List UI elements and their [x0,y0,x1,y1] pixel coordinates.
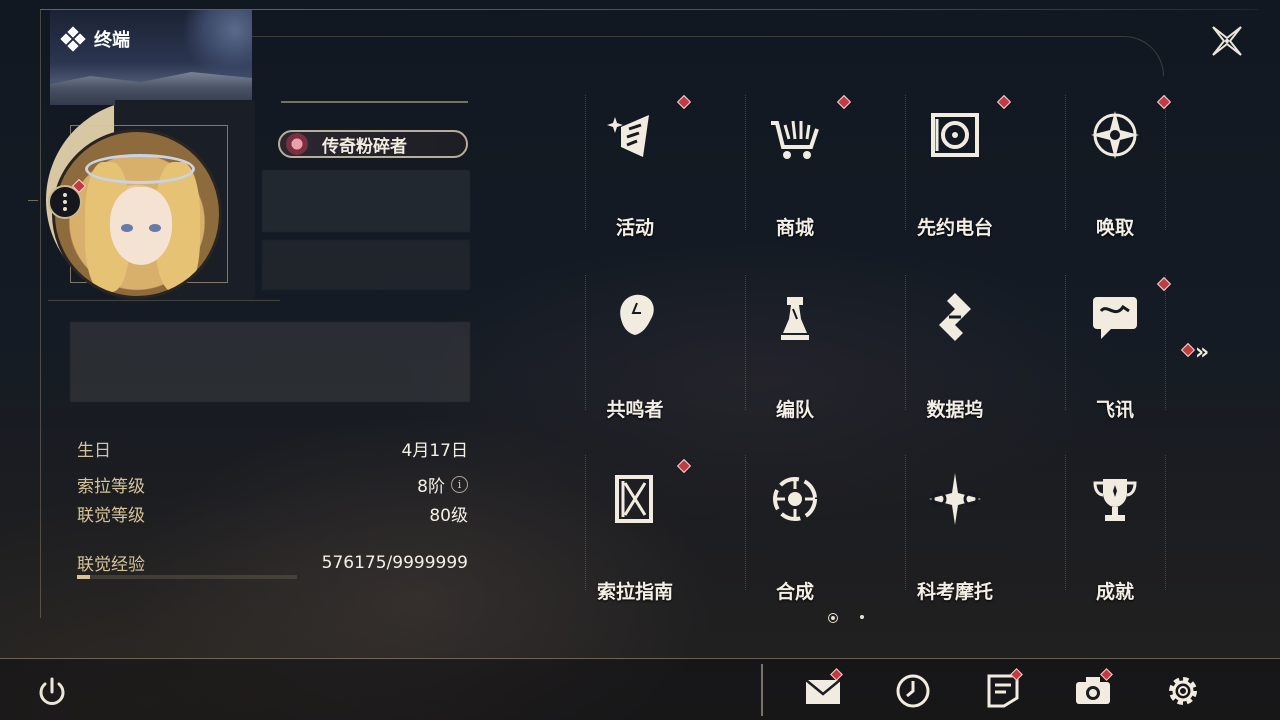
history-button[interactable] [894,672,932,710]
menu-item-label: 科考摩托 [916,581,993,603]
header-banner [50,10,252,105]
settings-button[interactable] [1164,672,1202,710]
compass-star-icon [1085,105,1145,165]
notification-badge [836,94,852,110]
stat-birthday: 生日 4月17日 [77,436,468,461]
menu-item-label: 索拉指南 [596,581,673,603]
diamond-icon [60,26,86,52]
notes-button[interactable] [984,668,1023,710]
trophy-icon [1085,469,1145,529]
redacted-name [262,170,470,232]
stat-label: 联觉等级 [77,506,145,526]
sparkle-flag-icon [605,105,665,165]
divider [48,300,280,301]
notification-badge [1156,276,1172,292]
stat-value: 8阶 [417,477,445,497]
notification-badge [676,458,692,474]
stat-value: 80级 [429,506,468,526]
stat-union-exp: 联觉经验 576175/9999999 [77,550,468,576]
menu-item-synthesis[interactable]: 合成 [715,453,875,613]
stat-label: 联觉经验 [77,555,145,575]
stat-label: 生日 [77,441,111,461]
notification-badge [996,94,1012,110]
menu-item-trophy[interactable]: 成就 [1035,453,1195,613]
character-profile-icon [605,287,665,347]
menu-item-data-dock[interactable]: 数据坞 [875,271,1035,431]
motorcycle-icon [925,469,985,529]
exp-progress-fill [77,575,90,579]
power-button[interactable] [35,675,69,709]
divider [281,101,468,103]
menu-item-label: 合成 [775,581,814,603]
header: 终端 [60,26,130,52]
menu-item-shopping-cart[interactable]: 商城 [715,89,875,249]
menu-item-radio-turntable[interactable]: 先约电台 [875,89,1035,249]
chess-piece-icon [765,287,825,347]
mail-button[interactable] [804,668,843,710]
menu-item-label: 共鸣者 [606,399,664,421]
frame-line [0,658,1280,659]
next-page-arrow[interactable]: » [1195,340,1209,365]
menu-item-character-profile[interactable]: 共鸣者 [555,271,715,431]
redacted-signature [70,322,470,402]
camera-button[interactable] [1074,668,1113,710]
clock-icon [896,674,930,708]
menu-item-sparkle-flag[interactable]: 活动 [555,89,715,249]
menu-item-label: 唤取 [1095,217,1134,239]
guide-book-icon [605,469,665,529]
message-chat-icon [1085,287,1145,347]
radio-turntable-icon [925,105,985,165]
menu-item-label: 编队 [775,399,814,421]
shopping-cart-icon [765,105,825,165]
page-indicator-1[interactable] [828,613,838,623]
menu-item-label: 活动 [615,217,654,239]
data-dock-icon [925,287,985,347]
exp-progress-bar [77,575,297,579]
menu-item-guide-book[interactable]: 索拉指南 [555,453,715,613]
close-icon [1212,26,1242,56]
menu-item-label: 商城 [775,217,814,239]
notification-badge [676,94,692,110]
title-emblem-icon [286,133,308,155]
stat-label: 索拉等级 [77,477,145,497]
frame-line [252,36,1164,76]
close-button[interactable] [1210,24,1244,58]
menu-item-label: 数据坞 [926,399,984,421]
stat-value: 576175/9999999 [321,552,468,573]
menu-item-compass-star[interactable]: 唤取 [1035,89,1195,249]
title-badge[interactable]: 传奇粉碎者 [278,130,468,158]
stat-value: 4月17日 [401,441,468,461]
stat-union-level: 联觉等级 80级 [77,501,468,526]
synthesis-icon [765,469,825,529]
menu-item-motorcycle[interactable]: 科考摩托 [875,453,1035,613]
info-icon[interactable]: i [451,476,468,493]
menu-item-chess-piece[interactable]: 编队 [715,271,875,431]
page-title: 终端 [94,30,130,51]
stat-sola-level: 索拉等级 8阶 i [77,472,468,497]
redacted-uid [262,240,470,290]
gear-icon [1169,677,1197,705]
title-badge-label: 传奇粉碎者 [322,136,407,157]
notification-badge [1156,94,1172,110]
frame-line [40,10,41,618]
avatar[interactable] [52,129,222,299]
power-icon [39,677,65,705]
menu-item-label: 成就 [1095,581,1134,603]
menu-item-label: 先约电台 [916,217,993,239]
menu-item-label: 飞讯 [1095,399,1134,421]
menu-item-message-chat[interactable]: 飞讯 [1035,271,1195,431]
page-indicator-2[interactable] [860,615,864,619]
